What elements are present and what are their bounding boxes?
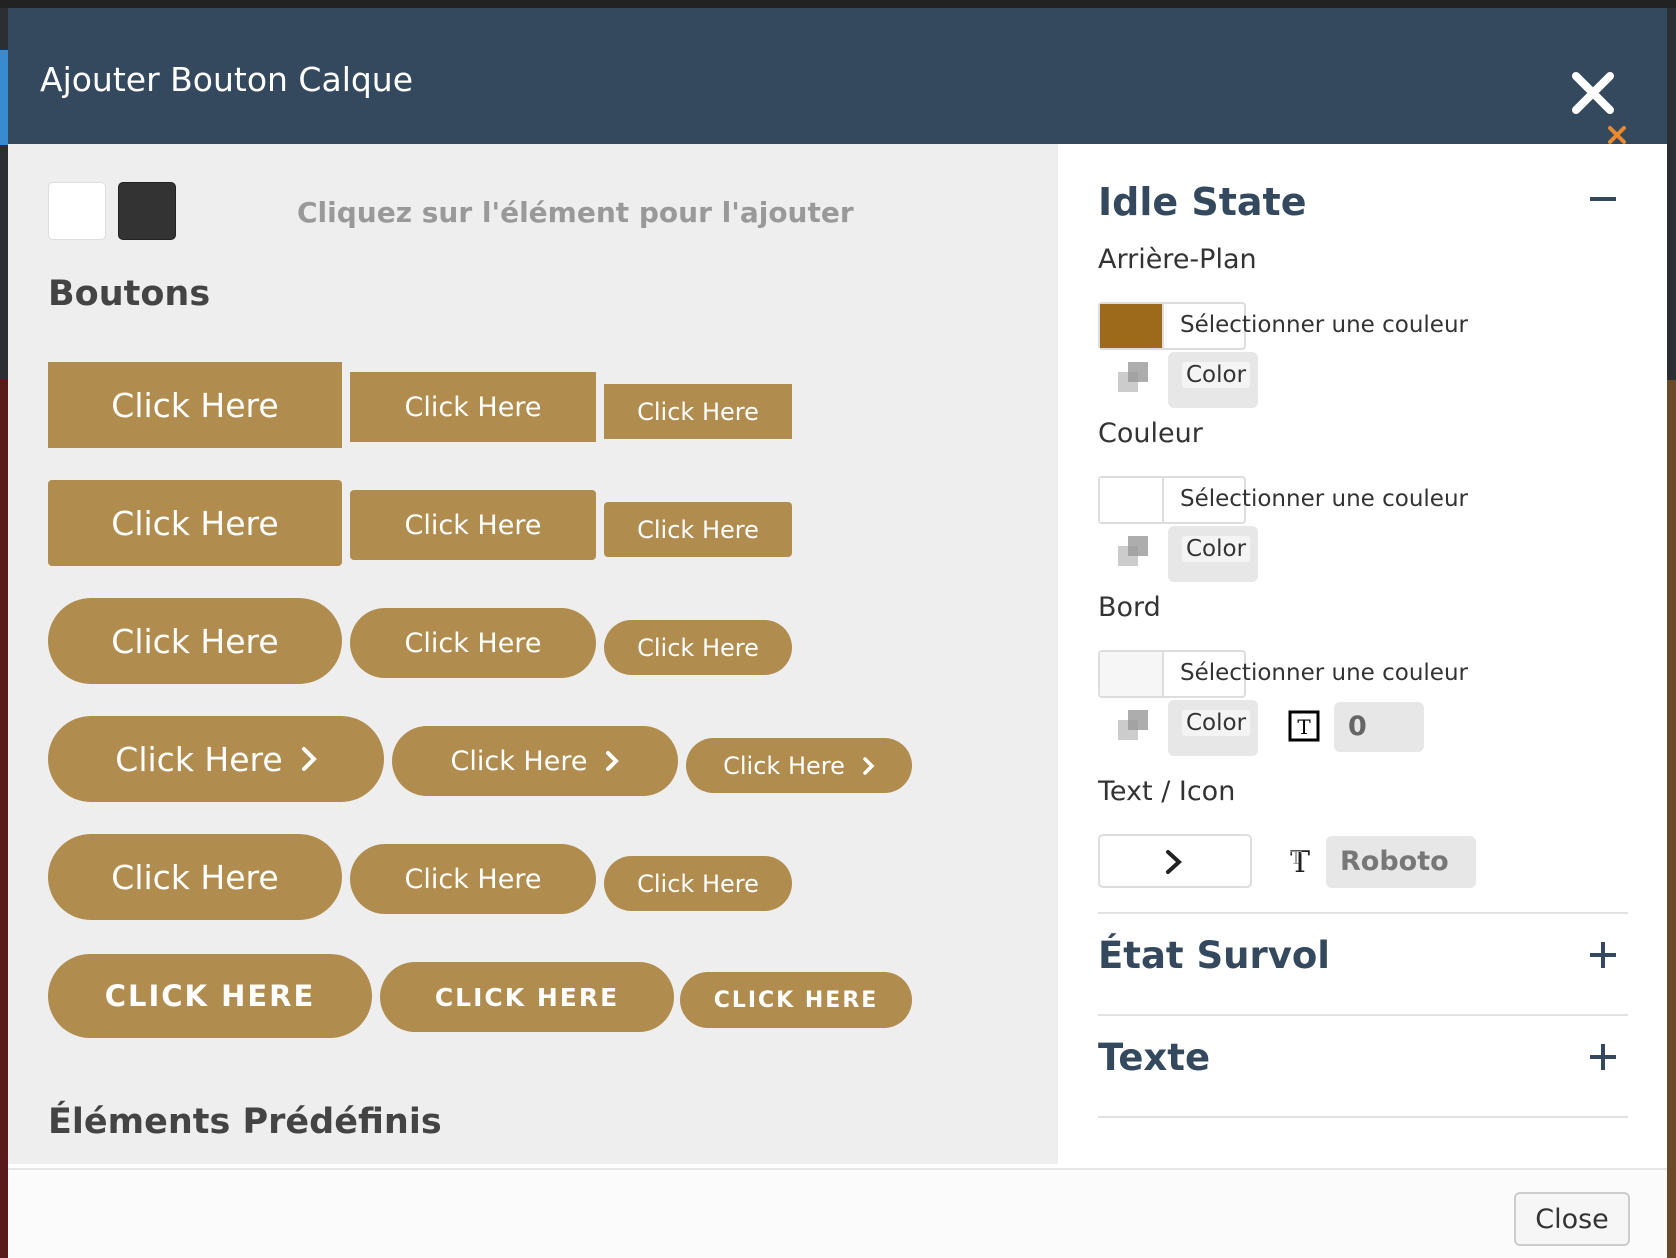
button-preset-with-icon[interactable]: Click Here xyxy=(48,716,384,802)
section-title-predefined: Éléments Prédéfinis xyxy=(48,1102,442,1142)
add-button-layer-modal: Ajouter Bouton Calque Cliquez sur l'élém… xyxy=(8,8,1667,1258)
light-background-swatch[interactable] xyxy=(48,182,106,240)
divider xyxy=(1098,1116,1628,1118)
text-color-label: Couleur xyxy=(1098,418,1203,449)
border-width-input[interactable]: 0 xyxy=(1334,702,1424,752)
button-preset[interactable]: Click Here xyxy=(48,362,342,448)
border-label: Bord xyxy=(1098,592,1161,623)
background-color-input[interactable]: Color xyxy=(1168,352,1258,408)
opacity-icon[interactable] xyxy=(1116,708,1150,742)
section-title-buttons: Boutons xyxy=(48,274,211,314)
opacity-icon[interactable] xyxy=(1116,534,1150,568)
style-settings-pane: Idle State Arrière-Plan Sélectionner une… xyxy=(1058,144,1667,1164)
background-color-chip xyxy=(1100,304,1164,348)
chevron-right-icon xyxy=(301,747,317,771)
svg-text:T: T xyxy=(1290,848,1302,869)
expand-icon[interactable] xyxy=(1588,1042,1618,1072)
backdrop-edge xyxy=(0,380,8,1258)
button-preset[interactable]: Click Here xyxy=(350,372,596,442)
close-icon[interactable] xyxy=(1570,70,1616,116)
close-small-icon xyxy=(1608,126,1626,144)
button-preset[interactable]: Click Here xyxy=(48,834,342,920)
modal-footer: Close xyxy=(8,1168,1667,1258)
opacity-icon[interactable] xyxy=(1116,360,1150,394)
element-picker-pane: Cliquez sur l'élément pour l'ajouter Bou… xyxy=(8,144,1058,1164)
button-preset[interactable]: Click Here xyxy=(350,608,596,678)
text-color-chip xyxy=(1100,478,1164,522)
add-hint: Cliquez sur l'élément pour l'ajouter xyxy=(297,196,854,229)
button-preset[interactable]: Click Here xyxy=(48,480,342,566)
button-preset[interactable]: Click Here xyxy=(350,844,596,914)
svg-text:T: T xyxy=(1297,715,1311,739)
font-family-select[interactable]: Roboto xyxy=(1326,836,1476,888)
picker-label: Sélectionner une couleur xyxy=(1180,486,1468,512)
divider xyxy=(1098,912,1628,914)
button-preset-with-icon[interactable]: Click Here xyxy=(392,726,678,796)
text-color-input[interactable]: Color xyxy=(1168,526,1258,582)
button-preset[interactable]: Click Here xyxy=(48,598,342,684)
hover-state-heading[interactable]: État Survol xyxy=(1098,934,1330,977)
border-width-icon: T xyxy=(1288,710,1320,742)
backdrop-edge xyxy=(0,50,8,145)
modal-header: Ajouter Bouton Calque xyxy=(8,8,1667,144)
border-color-chip xyxy=(1100,652,1164,696)
button-preset[interactable]: Click Here xyxy=(604,620,792,675)
text-settings-heading[interactable]: Texte xyxy=(1098,1036,1210,1079)
button-preset-with-icon[interactable]: Click Here xyxy=(686,738,912,793)
modal-title: Ajouter Bouton Calque xyxy=(40,60,414,99)
chevron-right-icon xyxy=(863,756,875,775)
text-icon-label: Text / Icon xyxy=(1098,776,1236,807)
button-preset-uppercase[interactable]: CLICK HERE xyxy=(680,972,912,1028)
idle-state-heading[interactable]: Idle State xyxy=(1098,180,1306,224)
button-preset-uppercase[interactable]: CLICK HERE xyxy=(380,962,674,1032)
expand-icon[interactable] xyxy=(1588,940,1618,970)
font-family-icon: T T xyxy=(1290,845,1310,876)
close-button[interactable]: Close xyxy=(1514,1192,1630,1246)
button-preset[interactable]: Click Here xyxy=(604,502,792,557)
button-preset-uppercase[interactable]: CLICK HERE xyxy=(48,954,372,1038)
button-preset[interactable]: Click Here xyxy=(604,384,792,439)
border-color-input[interactable]: Color xyxy=(1168,700,1258,756)
picker-label: Sélectionner une couleur xyxy=(1180,312,1468,338)
picker-label: Sélectionner une couleur xyxy=(1180,660,1468,686)
backdrop-top xyxy=(0,0,1676,8)
background-label: Arrière-Plan xyxy=(1098,244,1257,275)
dark-background-swatch[interactable] xyxy=(118,182,176,240)
icon-select[interactable] xyxy=(1098,834,1252,888)
backdrop-edge xyxy=(1666,380,1676,1258)
chevron-right-icon xyxy=(1166,850,1182,874)
button-preset[interactable]: Click Here xyxy=(350,490,596,560)
button-preset[interactable]: Click Here xyxy=(604,856,792,911)
divider xyxy=(1098,1014,1628,1016)
chevron-right-icon xyxy=(606,751,620,771)
collapse-icon[interactable] xyxy=(1588,184,1618,214)
